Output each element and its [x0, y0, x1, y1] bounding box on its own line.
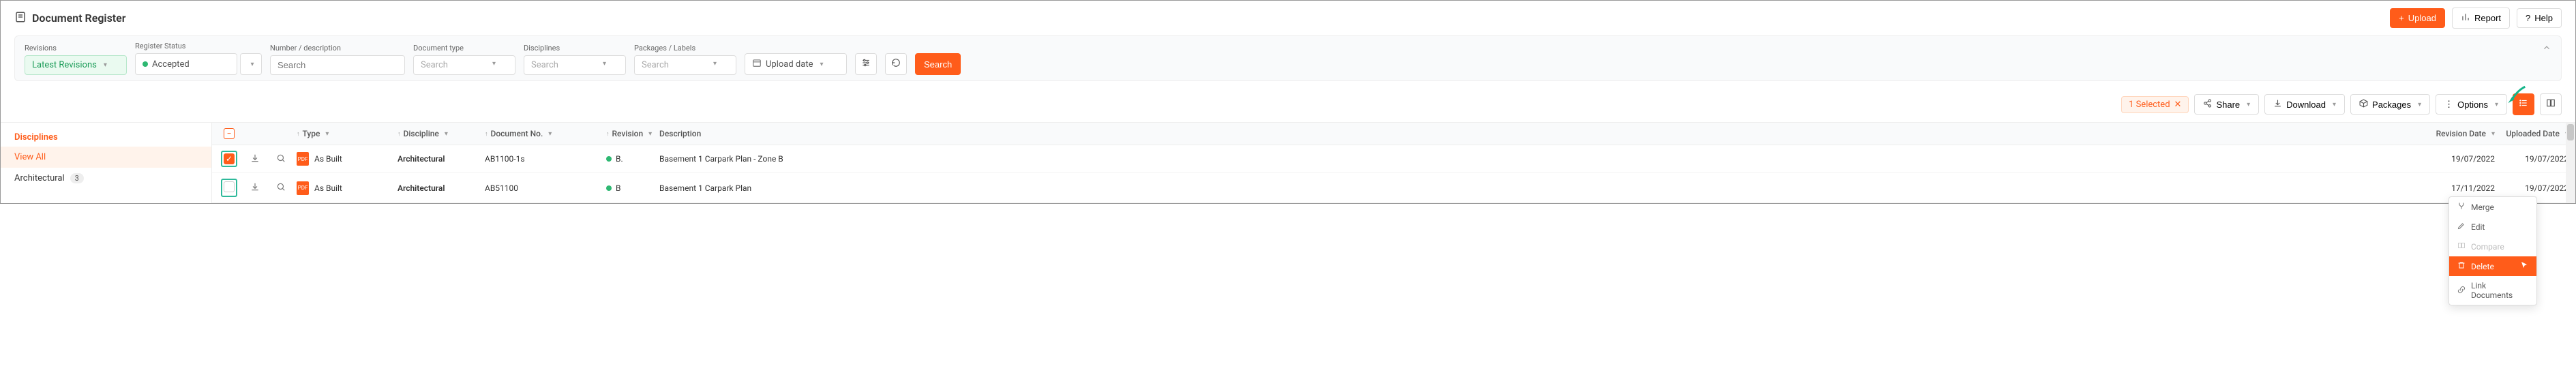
chevron-down-icon: ▾ — [2491, 130, 2495, 138]
report-icon — [2461, 12, 2470, 24]
clear-selection-icon[interactable]: ✕ — [2174, 100, 2182, 110]
chevron-down-icon: ▾ — [445, 130, 448, 138]
filter-packages[interactable]: Search▾ — [634, 55, 736, 75]
compare-icon — [2457, 241, 2466, 252]
filter-doctype-label: Document type — [413, 44, 515, 52]
filter-reset-button[interactable] — [885, 53, 907, 75]
options-dropdown: Merge Edit Compare Delete Link Documents — [2448, 196, 2537, 305]
chevron-down-icon: ▾ — [2333, 101, 2336, 108]
chevron-down-icon: ▾ — [2247, 101, 2250, 108]
chevron-down-icon: ▾ — [2495, 101, 2498, 108]
chevron-down-icon: ▾ — [713, 60, 717, 70]
checkbox-master[interactable]: − — [224, 128, 235, 139]
share-icon — [2203, 99, 2212, 110]
trash-icon — [2457, 261, 2466, 271]
filter-number-input[interactable] — [270, 55, 405, 75]
package-icon — [2359, 99, 2368, 110]
refresh-icon — [891, 58, 901, 70]
filter-upload-date[interactable]: Upload date▾ — [745, 53, 847, 75]
packages-button[interactable]: Packages▾ — [2350, 94, 2430, 115]
filter-doctype[interactable]: Search▾ — [413, 55, 515, 75]
chevron-down-icon: ▾ — [325, 130, 329, 138]
help-icon: ? — [2526, 13, 2530, 23]
download-icon — [2273, 99, 2282, 110]
columns-icon — [2546, 98, 2556, 110]
sidebar-view-all[interactable]: View All — [1, 147, 211, 168]
list-view-button[interactable] — [2513, 93, 2534, 115]
upload-button[interactable]: +Upload — [2390, 8, 2445, 28]
help-button[interactable]: ?Help — [2517, 8, 2562, 28]
row-checkbox[interactable]: ✓ — [224, 153, 235, 164]
sidebar-item-architectural[interactable]: Architectural3 — [1, 168, 211, 189]
sliders-icon — [861, 58, 871, 70]
download-row-icon[interactable] — [250, 184, 260, 194]
dropdown-link[interactable]: Link Documents — [2449, 276, 2536, 305]
filter-disciplines-label: Disciplines — [524, 44, 626, 52]
collapse-filters[interactable] — [2542, 43, 2551, 55]
dropdown-edit[interactable]: Edit — [2449, 217, 2536, 237]
split-view-button[interactable] — [2540, 93, 2562, 115]
sort-icon: ↑ — [485, 130, 488, 138]
filter-packages-label: Packages / Labels — [634, 44, 736, 52]
chevron-down-icon: ▾ — [104, 61, 107, 69]
chevron-down-icon: ▾ — [820, 61, 823, 68]
download-button[interactable]: Download▾ — [2264, 94, 2345, 115]
filter-revisions-label: Revisions — [25, 44, 127, 52]
table-row[interactable]: ✓ PDFAs Built Architectural AB1100-1s B.… — [212, 145, 2575, 173]
dropdown-delete[interactable]: Delete — [2449, 256, 2536, 276]
list-icon — [2519, 98, 2528, 110]
chevron-down-icon: ▾ — [2418, 101, 2421, 108]
plus-icon: + — [2399, 13, 2404, 23]
status-dot-icon — [143, 61, 148, 67]
share-button[interactable]: Share▾ — [2194, 94, 2259, 115]
filter-status[interactable]: Accepted — [135, 53, 237, 75]
row-checkbox[interactable] — [224, 181, 235, 192]
register-icon — [14, 11, 27, 26]
sort-icon: ↑ — [606, 130, 610, 138]
chevron-down-icon: ▾ — [603, 60, 606, 70]
chevron-down-icon: ▾ — [492, 60, 496, 70]
options-button[interactable]: ⋮Options▾ — [2436, 94, 2507, 115]
dropdown-merge[interactable]: Merge — [2449, 197, 2536, 217]
search-button[interactable]: Search — [915, 53, 961, 75]
report-button[interactable]: Report — [2452, 7, 2510, 29]
status-dot-icon — [606, 156, 612, 162]
edit-icon — [2457, 222, 2466, 232]
download-row-icon[interactable] — [250, 155, 260, 165]
scroll-thumb[interactable] — [2567, 124, 2574, 140]
pdf-icon: PDF — [297, 181, 309, 195]
chevron-down-icon: ▾ — [250, 61, 254, 68]
filter-disciplines[interactable]: Search▾ — [524, 55, 626, 75]
sidebar-heading: Disciplines — [1, 128, 211, 147]
sidebar-count-badge: 3 — [70, 173, 84, 183]
calendar-icon — [752, 58, 762, 70]
filter-settings-button[interactable] — [855, 53, 877, 75]
view-row-icon[interactable] — [276, 155, 286, 165]
sort-icon: ↑ — [398, 130, 401, 138]
dropdown-compare: Compare — [2449, 237, 2536, 256]
view-row-icon[interactable] — [276, 184, 286, 194]
link-icon — [2457, 286, 2466, 296]
page-title: Document Register — [32, 12, 126, 25]
dots-icon: ⋮ — [2444, 99, 2453, 110]
pdf-icon: PDF — [297, 152, 309, 166]
cursor-icon — [2520, 261, 2528, 271]
chevron-down-icon: ▾ — [548, 130, 552, 138]
selected-pill: 1 Selected ✕ — [2121, 96, 2189, 113]
filter-status-expand[interactable]: ▾ — [240, 53, 262, 75]
filter-status-label: Register Status — [135, 42, 262, 50]
filter-number-label: Number / description — [270, 44, 405, 52]
chevron-down-icon: ▾ — [648, 130, 652, 138]
status-dot-icon — [606, 185, 612, 191]
filter-revisions[interactable]: Latest Revisions▾ — [25, 55, 127, 75]
scrollbar[interactable] — [2566, 123, 2575, 203]
table-row[interactable]: PDFAs Built Architectural AB51100 B Base… — [212, 173, 2575, 203]
sort-icon: ↑ — [297, 130, 300, 138]
merge-icon — [2457, 202, 2466, 212]
